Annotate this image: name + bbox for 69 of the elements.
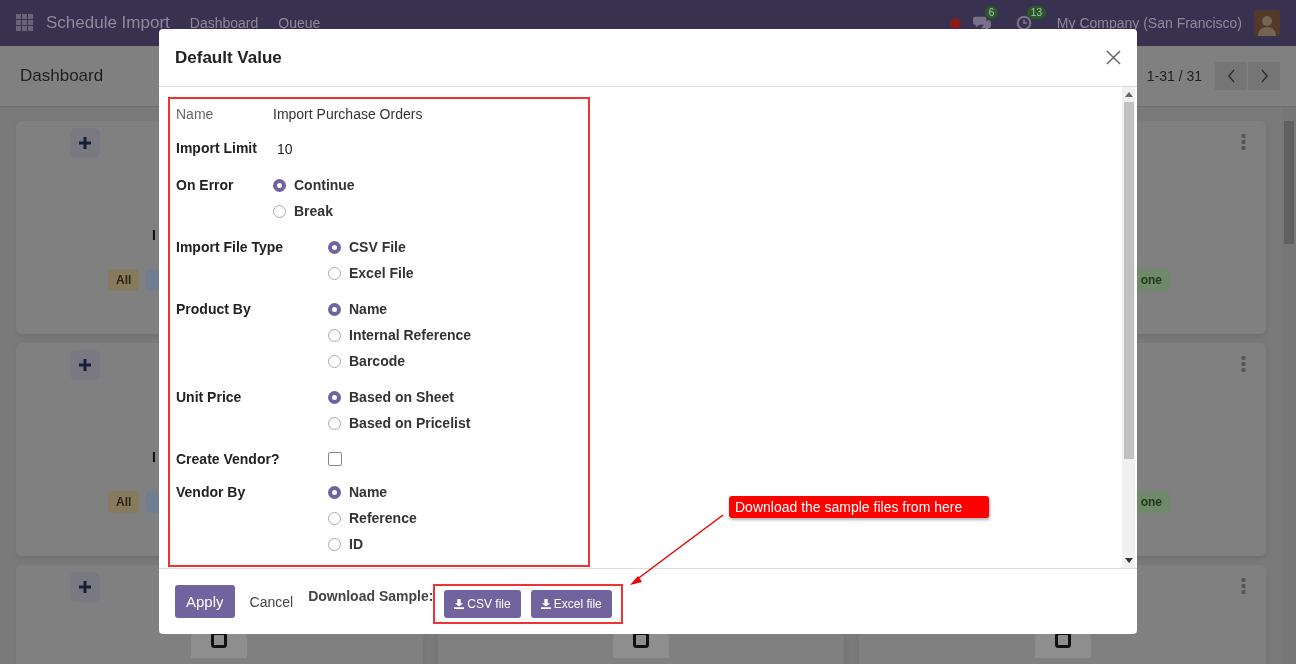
breadcrumb-title: Dashboard xyxy=(20,66,104,86)
download-sample-label: Download Sample: xyxy=(308,587,434,604)
scroll-down-icon[interactable] xyxy=(1124,558,1133,563)
previous-page-button[interactable] xyxy=(1215,62,1247,90)
plus-icon xyxy=(79,359,91,371)
radio-button[interactable] xyxy=(328,302,341,316)
option-label[interactable]: Based on Sheet xyxy=(349,387,455,407)
message-count-badge: 6 xyxy=(984,6,999,19)
dialog-scrollbar[interactable] xyxy=(1122,87,1135,568)
radio-button[interactable] xyxy=(328,240,341,254)
pager-value: 1-31 / 31 xyxy=(1146,68,1202,84)
option-label[interactable]: Reference xyxy=(349,508,417,528)
option-label[interactable]: Name xyxy=(349,482,388,502)
dialog-title: Default Value xyxy=(175,47,283,68)
field-label: Import File Type xyxy=(176,238,285,257)
more-options-icon[interactable] xyxy=(1241,578,1246,594)
next-page-button[interactable] xyxy=(1248,62,1280,90)
radio-button[interactable] xyxy=(328,390,341,404)
add-button[interactable] xyxy=(70,128,100,158)
field-label: Product By xyxy=(176,300,252,319)
tag[interactable]: All xyxy=(108,269,140,291)
plus-icon xyxy=(79,581,91,593)
chat-icon[interactable] xyxy=(972,15,991,31)
option-label[interactable]: Excel File xyxy=(349,263,414,283)
plus-icon xyxy=(79,137,91,149)
menu-item[interactable]: Queue xyxy=(278,15,321,31)
activity-count-badge: 13 xyxy=(1026,6,1046,19)
add-button[interactable] xyxy=(70,350,100,380)
field-label: Vendor By xyxy=(176,483,247,502)
cancel-button[interactable]: Cancel xyxy=(242,585,301,618)
field-label: On Error xyxy=(176,176,235,195)
chevron-left-icon xyxy=(1226,69,1236,83)
option-label[interactable]: Based on Pricelist xyxy=(349,413,471,433)
option-label[interactable]: Internal Reference xyxy=(349,325,472,345)
field-label: Import Limit xyxy=(176,139,258,158)
download-button[interactable]: Excel file xyxy=(530,589,612,618)
card-title: I xyxy=(152,449,156,465)
tag[interactable]: All xyxy=(108,491,140,513)
checkbox[interactable] xyxy=(328,452,342,466)
apply-button[interactable]: Apply xyxy=(175,585,235,618)
option-label[interactable]: Name xyxy=(349,299,388,319)
chevron-right-icon xyxy=(1259,69,1269,83)
field-label: Name xyxy=(176,105,215,124)
field-label: Unit Price xyxy=(176,388,243,407)
radio-button[interactable] xyxy=(328,485,341,499)
status-dot-icon[interactable] xyxy=(949,17,961,29)
field-label: Create Vendor? xyxy=(176,450,281,469)
menu-item[interactable]: Dashboard xyxy=(189,15,259,31)
download-icon xyxy=(454,598,465,609)
option-label[interactable]: Barcode xyxy=(349,351,406,371)
close-icon[interactable] xyxy=(1106,50,1121,65)
option-label[interactable]: CSV File xyxy=(349,237,406,257)
download-button[interactable]: CSV file xyxy=(444,589,521,618)
option-label[interactable]: ID xyxy=(349,534,363,554)
field-value: Import Purchase Orders xyxy=(273,105,423,124)
download-icon xyxy=(540,598,551,609)
apps-menu-icon[interactable] xyxy=(16,14,34,32)
option-label[interactable]: Break xyxy=(294,201,333,221)
app-name[interactable]: Schedule Import xyxy=(46,13,170,33)
more-options-icon[interactable] xyxy=(1241,134,1246,150)
add-button[interactable] xyxy=(70,572,100,602)
more-options-icon[interactable] xyxy=(1241,356,1246,372)
card-title: I xyxy=(152,227,156,243)
avatar-icon[interactable] xyxy=(1254,10,1280,36)
annotation-callout: Download the sample files from here xyxy=(729,496,990,518)
radio-button[interactable] xyxy=(273,178,286,192)
clock-icon[interactable] xyxy=(1014,15,1033,31)
option-label[interactable]: Continue xyxy=(294,175,355,195)
scroll-up-icon[interactable] xyxy=(1124,92,1133,97)
